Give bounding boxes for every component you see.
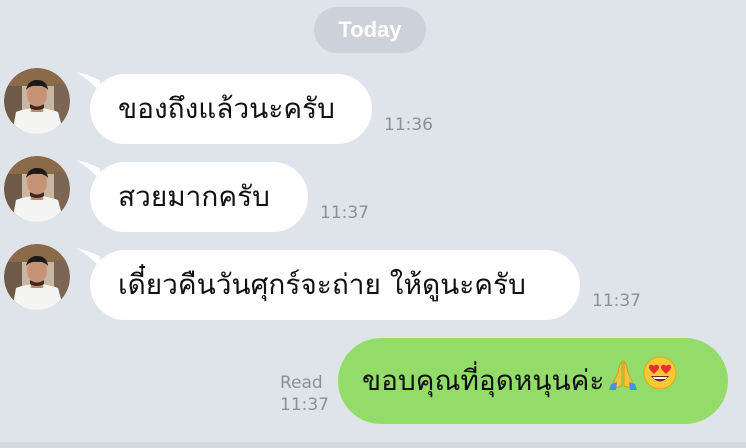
message-time: 11:37	[320, 203, 369, 223]
read-label: Read	[280, 373, 323, 393]
message-bubble[interactable]: ของถึงแล้วนะครับ	[90, 74, 372, 144]
read-status: Read 11:37	[280, 372, 329, 416]
outgoing-message-bubble[interactable]: ขอบคุณที่อุดหนุนค่ะ	[338, 338, 728, 424]
divider	[0, 442, 746, 448]
message-time: 11:36	[384, 115, 433, 135]
date-separator: Today	[314, 7, 426, 53]
message-time: 11:37	[280, 395, 329, 415]
avatar[interactable]	[4, 68, 70, 134]
message-text: ของถึงแล้วนะครับ	[118, 92, 335, 125]
message-time: 11:37	[592, 291, 641, 311]
avatar[interactable]	[4, 156, 70, 222]
avatar[interactable]	[4, 244, 70, 310]
message-text: ขอบคุณที่อุดหนุนค่ะ	[362, 364, 605, 397]
heart-eyes-face-icon	[642, 339, 678, 425]
folded-hands-icon	[606, 339, 640, 425]
message-bubble[interactable]: สวยมากครับ	[90, 162, 308, 232]
message-text: สวยมากครับ	[118, 180, 270, 213]
message-text: เดี๋ยวคืนวันศุกร์จะถ่าย ให้ดูนะครับ	[118, 268, 526, 301]
message-bubble[interactable]: เดี๋ยวคืนวันศุกร์จะถ่าย ให้ดูนะครับ	[90, 250, 580, 320]
